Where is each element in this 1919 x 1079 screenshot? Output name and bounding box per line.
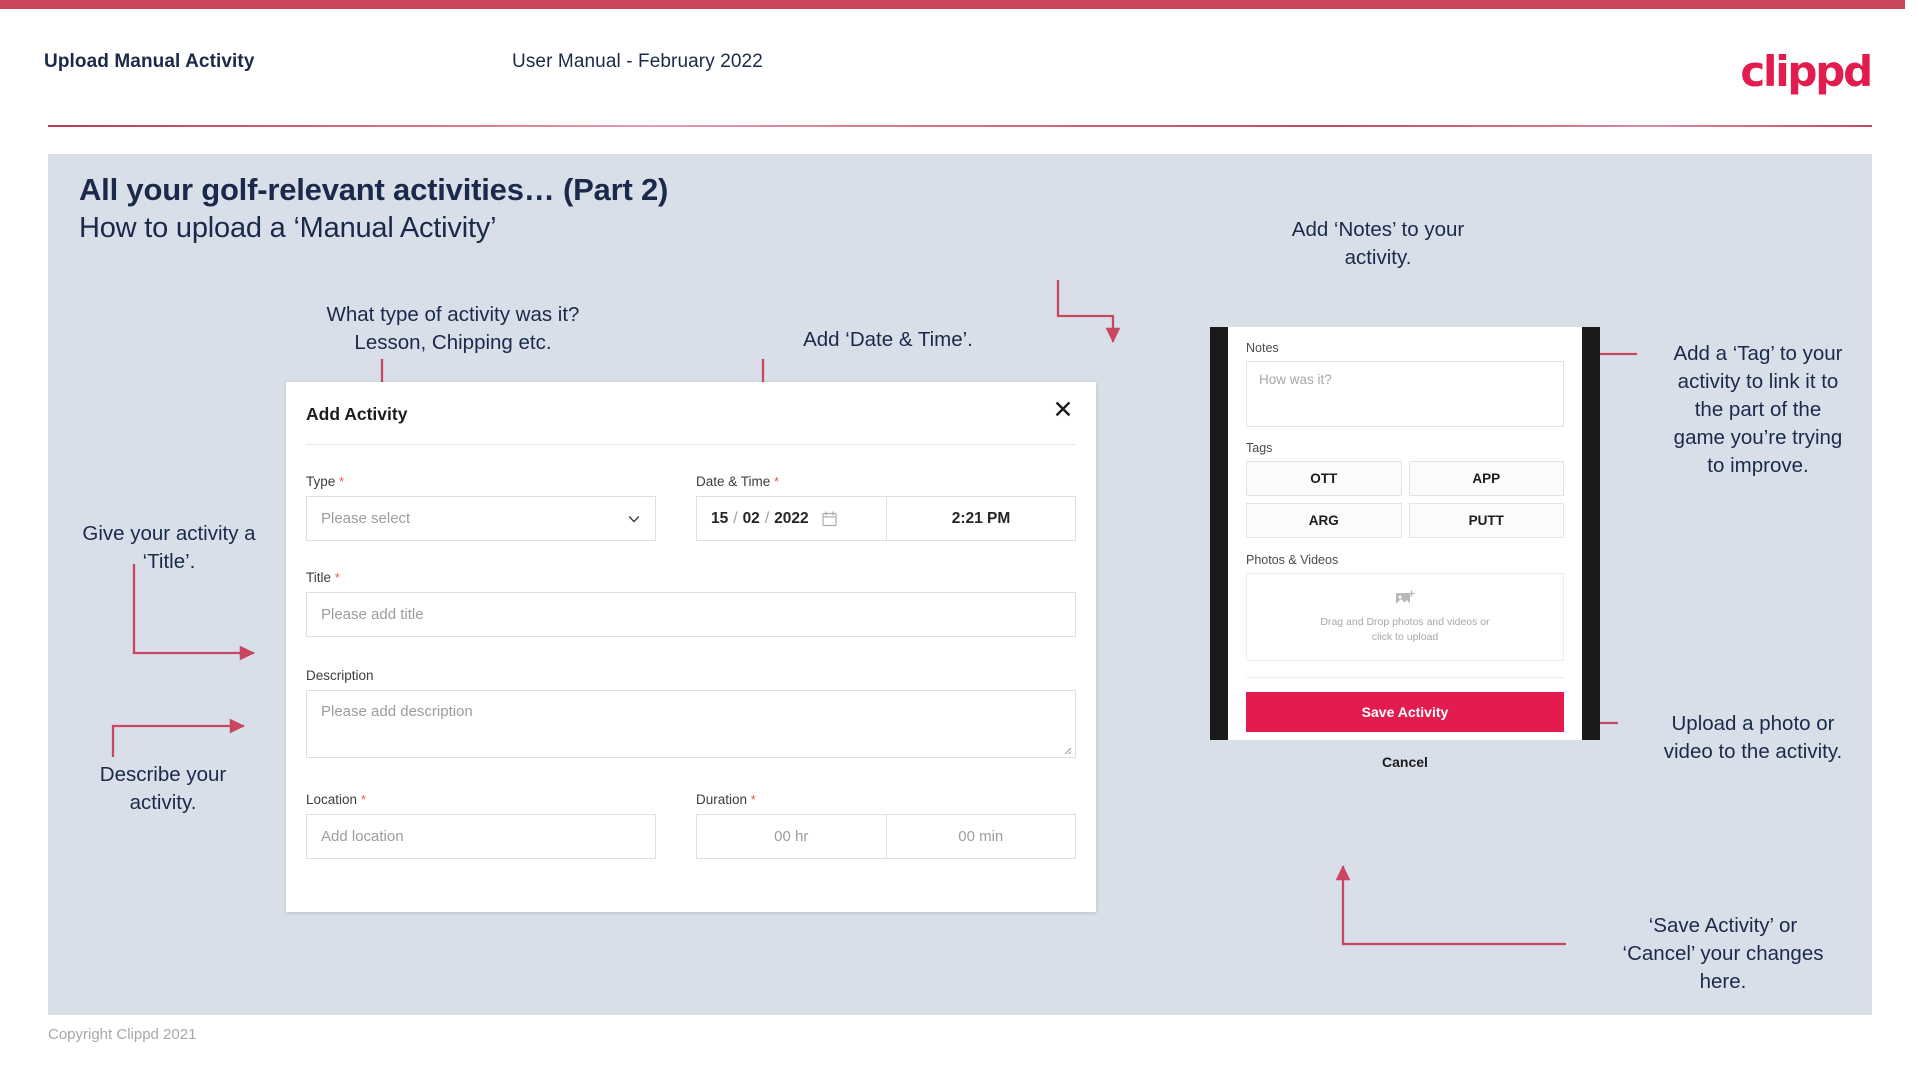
time-value: 2:21 PM (951, 509, 1011, 527)
duration-required-mark: * (750, 792, 756, 807)
datetime-field-group: Date & Time * 15 / 02 / 2022 2:21 PM (696, 474, 1076, 541)
duration-label-text: Duration (696, 792, 748, 807)
duration-minutes-placeholder: 00 min (958, 828, 1004, 845)
photo-upload-line-2: click to upload (1371, 630, 1439, 643)
resize-handle-icon[interactable] (1062, 745, 1072, 755)
type-required-mark: * (339, 474, 345, 489)
title-field-group: Title * Please add title (306, 570, 1076, 637)
location-placeholder: Add location (321, 828, 404, 845)
location-label: Location * (306, 792, 656, 807)
photo-upload-text: Drag and Drop photos and videos or click… (1320, 615, 1489, 645)
notes-label: Notes (1246, 341, 1279, 355)
phone-screen: Notes How was it? Tags OTT APP ARG PUTT … (1228, 327, 1582, 770)
description-textarea[interactable]: Please add description (306, 690, 1076, 758)
duration-label: Duration * (696, 792, 1076, 807)
page-header: Upload Manual Activity User Manual - Feb… (0, 9, 1919, 127)
date-year: 2022 (774, 509, 809, 527)
tags-grid: OTT APP ARG PUTT (1246, 461, 1564, 538)
annotation-save: ‘Save Activity’ or ‘Cancel’ your changes… (1622, 914, 1824, 993)
photos-label: Photos & Videos (1246, 553, 1339, 567)
date-day: 15 (711, 509, 729, 527)
location-required-mark: * (360, 792, 366, 807)
modal-divider (306, 444, 1076, 445)
description-label: Description (306, 668, 1076, 683)
type-label-text: Type (306, 474, 336, 489)
phone-bezel-left (1210, 327, 1228, 740)
title-input[interactable]: Please add title (306, 592, 1076, 637)
annotation-title: Give your activity a ‘Title’. (82, 522, 256, 573)
duration-minutes-input[interactable]: 00 min (885, 815, 1076, 858)
calendar-icon[interactable] (822, 510, 837, 527)
annotation-type: What type of activity was it? Lesson, Ch… (326, 303, 580, 354)
notes-placeholder: How was it? (1259, 372, 1332, 387)
type-select[interactable]: Please select (306, 496, 656, 541)
datetime-required-mark: * (774, 474, 780, 489)
type-label: Type * (306, 474, 656, 489)
duration-hours-input[interactable]: 00 hr (697, 815, 886, 858)
chevron-down-icon (628, 515, 640, 522)
modal-header: Add Activity ✕ (286, 382, 1096, 444)
clippd-logo: clippd (1740, 47, 1873, 96)
page-title: Upload Manual Activity (44, 51, 255, 72)
modal-title: Add Activity (306, 404, 408, 424)
page-subtitle: User Manual - February 2022 (512, 51, 763, 72)
tag-button-app[interactable]: APP (1408, 461, 1564, 496)
close-icon[interactable]: ✕ (1049, 397, 1077, 425)
type-datetime-row: Type * Please select Date & Time * 15 / … (306, 474, 1076, 541)
description-field-group: Description Please add description (306, 668, 1076, 758)
annotation-notes: Add ‘Notes’ to your activity. (1291, 218, 1465, 269)
location-field-group: Location * Add location (306, 792, 656, 859)
location-input[interactable]: Add location (306, 814, 656, 859)
title-label-text: Title (306, 570, 332, 585)
duration-field-group: Duration * 00 hr 00 min (696, 792, 1076, 859)
title-required-mark: * (334, 570, 340, 585)
datetime-label: Date & Time * (696, 474, 1076, 489)
cancel-button[interactable]: Cancel (1246, 748, 1564, 776)
annotation-photos: Upload a photo or video to the activity. (1663, 712, 1843, 763)
date-month: 02 (742, 509, 760, 527)
datetime-inputs: 15 / 02 / 2022 2:21 PM (696, 496, 1076, 541)
slide-subheading: How to upload a ‘Manual Activity’ (79, 212, 497, 244)
description-label-text: Description (306, 668, 374, 683)
type-placeholder: Please select (321, 510, 411, 527)
top-accent-bar-cap (1905, 0, 1919, 9)
photo-upload-dropzone[interactable]: Drag and Drop photos and videos or click… (1246, 573, 1564, 661)
location-label-text: Location (306, 792, 358, 807)
date-input[interactable]: 15 / 02 / 2022 (697, 497, 887, 540)
duration-hours-placeholder: 00 hr (774, 828, 809, 845)
slide-page: Upload Manual Activity User Manual - Feb… (0, 0, 1919, 1079)
title-label: Title * (306, 570, 1076, 585)
add-activity-modal: Add Activity ✕ Type * Please select Date… (286, 382, 1096, 912)
title-placeholder: Please add title (321, 606, 424, 623)
type-field-group: Type * Please select (306, 474, 656, 541)
slide-heading: All your golf-relevant activities… (Part… (79, 172, 669, 207)
annotation-tags: Add a ‘Tag’ to your activity to link it … (1673, 342, 1843, 477)
notes-textarea[interactable]: How was it? (1246, 361, 1564, 427)
tag-button-ott[interactable]: OTT (1246, 461, 1402, 496)
add-image-icon (1396, 589, 1415, 605)
tags-label: Tags (1246, 441, 1273, 455)
location-duration-row: Location * Add location Duration * 00 hr (306, 792, 1076, 859)
phone-mockup: Notes How was it? Tags OTT APP ARG PUTT … (1210, 327, 1600, 770)
time-input[interactable]: 2:21 PM (887, 497, 1075, 540)
date-sep-2: / (764, 509, 770, 527)
tag-button-arg[interactable]: ARG (1246, 503, 1402, 538)
duration-inputs: 00 hr 00 min (696, 814, 1076, 859)
date-sep-1: / (733, 509, 738, 527)
phone-bezel-right (1582, 327, 1600, 740)
description-placeholder: Please add description (321, 703, 473, 720)
annotation-description: Describe your activity. (99, 763, 227, 814)
top-accent-bar (0, 0, 1919, 9)
header-divider (48, 125, 1872, 127)
datetime-label-text: Date & Time (696, 474, 771, 489)
annotation-datetime: Add ‘Date & Time’. (803, 328, 973, 351)
save-activity-button[interactable]: Save Activity (1246, 692, 1564, 732)
slide-body: All your golf-relevant activities… (Part… (48, 154, 1872, 1015)
tag-button-putt[interactable]: PUTT (1408, 503, 1564, 538)
phone-divider (1246, 677, 1564, 678)
photo-upload-line-1: Drag and Drop photos and videos or (1320, 615, 1490, 628)
footer-copyright: Copyright Clippd 2021 (48, 1026, 197, 1043)
